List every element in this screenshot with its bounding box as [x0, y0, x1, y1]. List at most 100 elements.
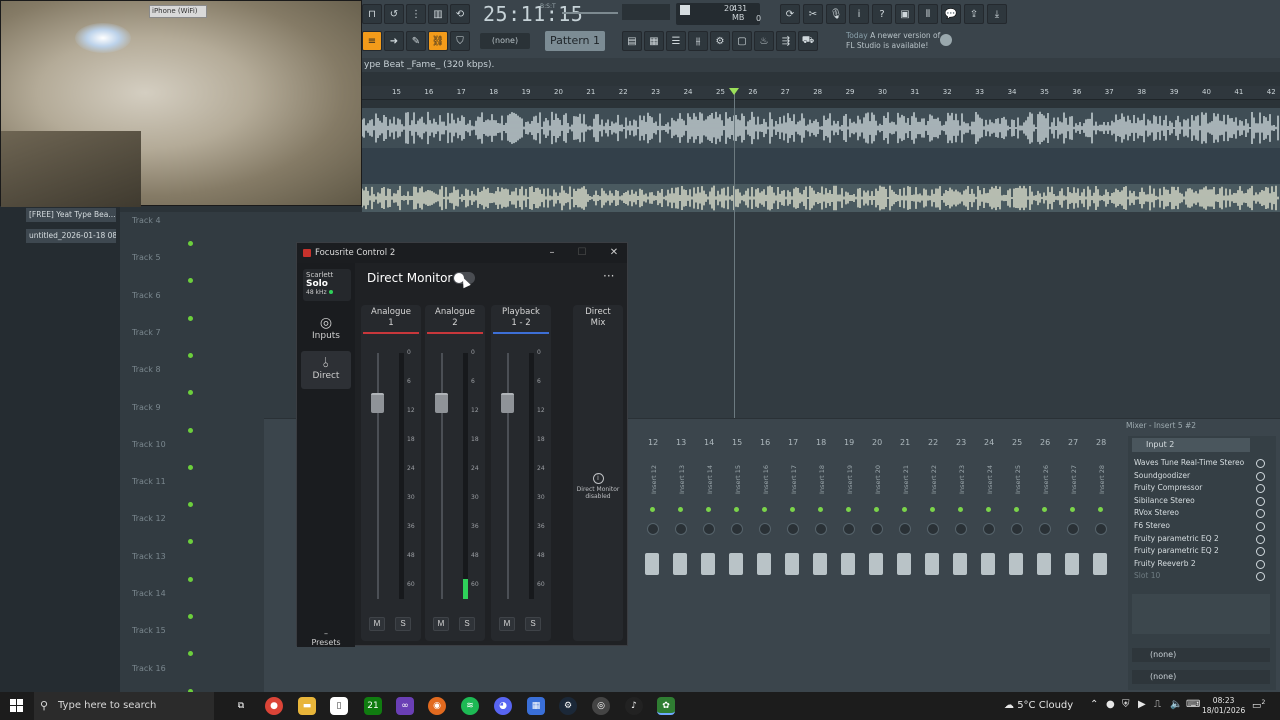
- keyboard-icon[interactable]: ⌨: [1186, 699, 1200, 710]
- track-label[interactable]: Track 13: [132, 552, 166, 561]
- track-enable-icon[interactable]: [188, 315, 193, 321]
- insert-volume-fader[interactable]: [841, 553, 855, 575]
- track-label[interactable]: Track 7: [132, 328, 161, 337]
- piano-roll-icon[interactable]: ▦: [644, 31, 664, 51]
- playhead[interactable]: [734, 88, 735, 418]
- insert-active-icon[interactable]: [1042, 507, 1047, 512]
- fx-slot[interactable]: Soundgoodizer: [1134, 471, 1190, 480]
- insert-number[interactable]: 14: [704, 438, 714, 447]
- insert-number[interactable]: 13: [676, 438, 686, 447]
- fx-slot[interactable]: Sibilance Stereo: [1134, 496, 1195, 505]
- track-label[interactable]: Track 9: [132, 403, 161, 412]
- draw-icon[interactable]: ✎: [406, 31, 426, 51]
- fx-slot-enable-icon[interactable]: [1256, 547, 1265, 557]
- device-info[interactable]: Scarlett Solo 48 kHz: [303, 269, 351, 301]
- share-icon[interactable]: ⇪: [964, 4, 984, 24]
- insert-active-icon[interactable]: [818, 507, 823, 512]
- insert-volume-fader[interactable]: [981, 553, 995, 575]
- track-label[interactable]: Track 12: [132, 514, 166, 523]
- track-enable-icon[interactable]: [188, 352, 193, 358]
- insert-volume-fader[interactable]: [953, 553, 967, 575]
- meet-tray-icon[interactable]: ▶: [1138, 699, 1146, 710]
- insert-active-icon[interactable]: [650, 507, 655, 512]
- fx-slot-enable-icon[interactable]: [1256, 534, 1265, 544]
- tray-chevron-icon[interactable]: ⌃: [1090, 699, 1098, 710]
- track-label[interactable]: Track 14: [132, 589, 166, 598]
- nav-direct[interactable]: ⫰ Direct: [301, 351, 351, 389]
- fx-slot[interactable]: Slot 10: [1134, 571, 1160, 580]
- fx-slot-enable-icon[interactable]: [1256, 471, 1265, 481]
- file-explorer-icon[interactable]: ▬: [298, 697, 316, 715]
- focusrite-titlebar[interactable]: Focusrite Control 2 – ☐ ✕: [297, 243, 627, 263]
- track-enable-icon[interactable]: [188, 576, 193, 582]
- insert-active-icon[interactable]: [902, 507, 907, 512]
- solo-button[interactable]: S: [459, 617, 475, 631]
- snap-icon[interactable]: ⊓: [362, 4, 382, 24]
- insert-pan-knob[interactable]: [983, 523, 995, 535]
- insert-pan-knob[interactable]: [843, 523, 855, 535]
- insert-active-icon[interactable]: [762, 507, 767, 512]
- fx-slot[interactable]: Fruity Reeverb 2: [1134, 559, 1196, 568]
- windows-start-icon[interactable]: [10, 699, 23, 712]
- weather-widget[interactable]: ☁ 5°C Cloudy: [1004, 692, 1073, 720]
- browser-item-recording[interactable]: untitled_2026-01-18 08-...: [26, 229, 116, 243]
- mixer-icon[interactable]: ⫴: [918, 4, 938, 24]
- insert-active-icon[interactable]: [874, 507, 879, 512]
- insert-number[interactable]: 22: [928, 438, 938, 447]
- insert-volume-fader[interactable]: [869, 553, 883, 575]
- insert-pan-knob[interactable]: [899, 523, 911, 535]
- steam-icon[interactable]: ⚙: [559, 697, 577, 715]
- insert-number[interactable]: 17: [788, 438, 798, 447]
- solo-button[interactable]: S: [395, 617, 411, 631]
- insert-number[interactable]: 25: [1012, 438, 1022, 447]
- fx-slot[interactable]: Fruity Compressor: [1134, 483, 1202, 492]
- insert-volume-fader[interactable]: [813, 553, 827, 575]
- track-label[interactable]: Track 11: [132, 477, 166, 486]
- track-label[interactable]: Track 8: [132, 365, 161, 374]
- track-label[interactable]: Track 16: [132, 664, 166, 673]
- insert-active-icon[interactable]: [1098, 507, 1103, 512]
- fx-slot[interactable]: RVox Stereo: [1134, 508, 1179, 517]
- spotify-icon[interactable]: ≋: [461, 697, 479, 715]
- track-label[interactable]: Track 5: [132, 253, 161, 262]
- tools-icon[interactable]: ✂: [803, 4, 823, 24]
- fx-slot-enable-icon[interactable]: [1256, 522, 1265, 531]
- track-enable-icon[interactable]: [188, 241, 193, 246]
- master-pitch-knob[interactable]: [622, 4, 670, 20]
- track-enable-icon[interactable]: [188, 614, 193, 619]
- insert-volume-fader[interactable]: [701, 553, 715, 575]
- piano-icon[interactable]: ▥: [428, 4, 448, 24]
- insert-number[interactable]: 15: [732, 438, 742, 447]
- loop-record-icon[interactable]: ↺: [384, 4, 404, 24]
- help-icon[interactable]: ?: [872, 4, 892, 24]
- track-enable-icon[interactable]: [188, 464, 193, 470]
- track-label[interactable]: Track 10: [132, 440, 166, 449]
- close-icon[interactable]: ✕: [599, 243, 629, 263]
- insert-volume-fader[interactable]: [1065, 553, 1079, 575]
- fx-slot-enable-icon[interactable]: [1256, 484, 1265, 494]
- insert-pan-knob[interactable]: [1067, 523, 1079, 535]
- insert-pan-knob[interactable]: [927, 523, 939, 535]
- plugin-picker-icon[interactable]: ♨: [754, 31, 774, 51]
- nav-inputs[interactable]: ◎ Inputs: [301, 315, 351, 341]
- fx-slot-enable-icon[interactable]: [1256, 496, 1265, 506]
- notification-icon[interactable]: ▭2: [1252, 699, 1265, 711]
- mute-button[interactable]: M: [499, 617, 515, 631]
- insert-number[interactable]: 23: [956, 438, 966, 447]
- insert-volume-fader[interactable]: [729, 553, 743, 575]
- insert-active-icon[interactable]: [1014, 507, 1019, 512]
- minimize-icon[interactable]: –: [537, 243, 567, 263]
- arrow-icon[interactable]: ➜: [384, 31, 404, 51]
- chat-icon[interactable]: 💬: [941, 4, 961, 24]
- step-edit-icon[interactable]: ⋮: [406, 4, 426, 24]
- volume-icon[interactable]: 🔈: [1170, 699, 1182, 710]
- more-options-icon[interactable]: ···: [603, 269, 614, 283]
- fx-slot[interactable]: F6 Stereo: [1134, 521, 1170, 530]
- insert-pan-knob[interactable]: [703, 523, 715, 535]
- insert-active-icon[interactable]: [1070, 507, 1075, 512]
- menu-icon[interactable]: ≡: [362, 31, 382, 51]
- input-select[interactable]: Input 2: [1132, 438, 1250, 452]
- insert-active-icon[interactable]: [930, 507, 935, 512]
- insert-volume-fader[interactable]: [645, 553, 659, 575]
- mode-select[interactable]: (none): [480, 33, 530, 49]
